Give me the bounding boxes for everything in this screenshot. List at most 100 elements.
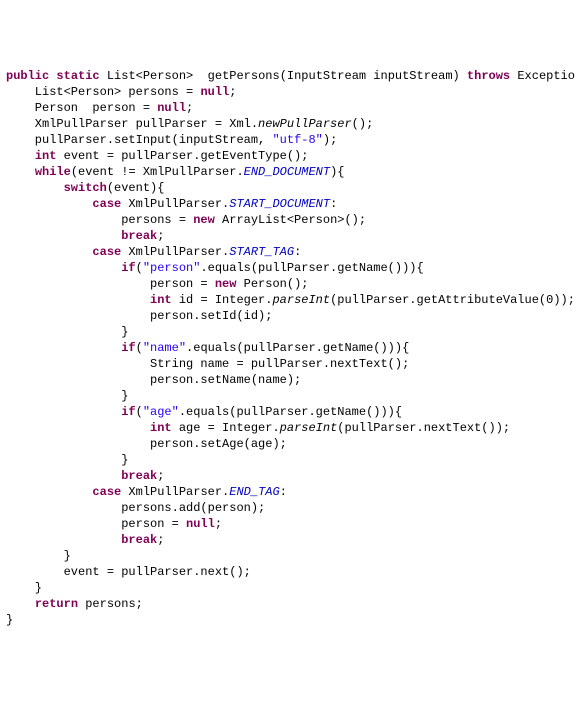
string-literal: 8" bbox=[308, 133, 322, 147]
code-text bbox=[6, 293, 150, 307]
code-text: ( bbox=[136, 261, 143, 275]
params: (InputStream inputStream) bbox=[280, 69, 467, 83]
code-text bbox=[6, 485, 92, 499]
code-text: : bbox=[280, 485, 287, 499]
code-text: ( bbox=[136, 405, 143, 419]
code-text: XmlPullParser. bbox=[121, 485, 229, 499]
code-text: XmlPullParser. bbox=[121, 245, 229, 259]
keyword-int: int bbox=[35, 149, 57, 163]
string-literal: "person" bbox=[143, 261, 201, 275]
method-name: getPersons bbox=[208, 69, 280, 83]
keyword-break: break bbox=[121, 469, 157, 483]
code-text: XmlPullParser pullParser = Xml. bbox=[6, 117, 258, 131]
code-text bbox=[6, 533, 121, 547]
constant: START_DOCUMENT bbox=[229, 197, 330, 211]
static-method: parseInt bbox=[280, 421, 338, 435]
code-text: } bbox=[6, 581, 42, 595]
code-text: .equals(pullParser.getName())){ bbox=[200, 261, 423, 275]
code-text: pullParser.setInput(inputStream, bbox=[6, 133, 272, 147]
code-text: persons = bbox=[6, 213, 193, 227]
throws-type: Exception{ bbox=[510, 69, 576, 83]
code-editor[interactable]: public static List<Person> getPersons(In… bbox=[6, 68, 570, 628]
code-text: Person person = bbox=[6, 101, 157, 115]
keyword-return: return bbox=[35, 597, 78, 611]
keyword-if: if bbox=[121, 341, 135, 355]
constant: START_TAG bbox=[229, 245, 294, 259]
code-text: : bbox=[294, 245, 301, 259]
keyword-break: break bbox=[121, 229, 157, 243]
code-text: (); bbox=[352, 117, 374, 131]
code-text: String name = pullParser.nextText(); bbox=[6, 357, 409, 371]
keyword-null: null bbox=[186, 517, 215, 531]
code-text bbox=[6, 405, 121, 419]
code-text: List<Person> persons = bbox=[6, 85, 200, 99]
constant: END_DOCUMENT bbox=[244, 165, 330, 179]
code-text: person.setAge(age); bbox=[6, 437, 287, 451]
keyword-throws: throws bbox=[467, 69, 510, 83]
keyword-int: int bbox=[150, 421, 172, 435]
keyword-break: break bbox=[121, 533, 157, 547]
code-text: ); bbox=[323, 133, 337, 147]
code-text: .equals(pullParser.getName())){ bbox=[179, 405, 402, 419]
string-literal: "utf- bbox=[272, 133, 308, 147]
code-text: age = Integer. bbox=[172, 421, 280, 435]
code-text: (pullParser.nextText()); bbox=[337, 421, 510, 435]
code-text: .equals(pullParser.getName())){ bbox=[186, 341, 409, 355]
code-text: (event != XmlPullParser. bbox=[71, 165, 244, 179]
code-text: } bbox=[6, 453, 128, 467]
code-text: event = pullParser.getEventType(); bbox=[56, 149, 308, 163]
code-text: ){ bbox=[330, 165, 344, 179]
code-text: ; bbox=[157, 469, 164, 483]
keyword-if: if bbox=[121, 405, 135, 419]
code-text: persons; bbox=[78, 597, 143, 611]
code-text: person = bbox=[6, 517, 186, 531]
code-text bbox=[6, 245, 92, 259]
code-text: id = Integer. bbox=[172, 293, 273, 307]
code-text: ( bbox=[136, 341, 143, 355]
return-type: List<Person> bbox=[107, 69, 193, 83]
code-text: person.setName(name); bbox=[6, 373, 301, 387]
code-text: XmlPullParser. bbox=[121, 197, 229, 211]
string-literal: "name" bbox=[143, 341, 186, 355]
code-text: ; bbox=[186, 101, 193, 115]
keyword-if: if bbox=[121, 261, 135, 275]
code-text: } bbox=[6, 549, 71, 563]
keyword-null: null bbox=[200, 85, 229, 99]
keyword-case: case bbox=[92, 197, 121, 211]
code-text: ; bbox=[157, 229, 164, 243]
keyword-new: new bbox=[193, 213, 215, 227]
code-text bbox=[6, 165, 35, 179]
code-text bbox=[6, 149, 35, 163]
keyword-while: while bbox=[35, 165, 71, 179]
code-text bbox=[6, 597, 35, 611]
static-method: parseInt bbox=[272, 293, 330, 307]
code-text bbox=[6, 341, 121, 355]
code-text: ; bbox=[157, 533, 164, 547]
keyword-public: public bbox=[6, 69, 49, 83]
code-text: (event){ bbox=[107, 181, 165, 195]
keyword-new: new bbox=[215, 277, 237, 291]
code-text: : bbox=[330, 197, 337, 211]
code-text: persons.add(person); bbox=[6, 501, 265, 515]
code-text bbox=[6, 181, 64, 195]
code-text: person = bbox=[6, 277, 215, 291]
code-text: (pullParser.getAttributeValue(0)); bbox=[330, 293, 575, 307]
code-text bbox=[6, 197, 92, 211]
code-text bbox=[6, 229, 121, 243]
code-text: ArrayList<Person>(); bbox=[215, 213, 366, 227]
code-text: } bbox=[6, 325, 128, 339]
keyword-static: static bbox=[56, 69, 99, 83]
code-text: Person(); bbox=[236, 277, 308, 291]
keyword-null: null bbox=[157, 101, 186, 115]
code-text bbox=[6, 421, 150, 435]
string-literal: "age" bbox=[143, 405, 179, 419]
keyword-case: case bbox=[92, 485, 121, 499]
code-text bbox=[6, 469, 121, 483]
code-text: event = pullParser.next(); bbox=[6, 565, 251, 579]
static-method: newPullParser bbox=[258, 117, 352, 131]
code-text: person.setId(id); bbox=[6, 309, 272, 323]
code-text: ; bbox=[229, 85, 236, 99]
keyword-int: int bbox=[150, 293, 172, 307]
code-text: } bbox=[6, 613, 13, 627]
code-text bbox=[6, 261, 121, 275]
